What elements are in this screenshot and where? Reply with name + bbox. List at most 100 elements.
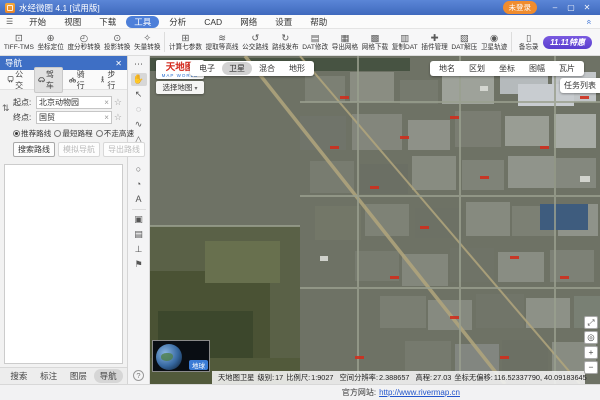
- ribbon-divider: [164, 32, 165, 52]
- title-bar: 水经微图 4.1 [试用版] 未登录 – ▢ ✕: [0, 0, 600, 15]
- tab-start[interactable]: 开始: [21, 16, 54, 28]
- contour-extract-button[interactable]: ≋提取等高线: [204, 33, 241, 52]
- contour-icon: ≋: [218, 33, 226, 44]
- locate-icon: ⊕: [47, 33, 55, 44]
- tab-layers[interactable]: 图层: [64, 369, 93, 383]
- clear-start-icon[interactable]: ×: [104, 98, 109, 107]
- dat-unzip-button[interactable]: ▧DAT解压: [450, 33, 480, 52]
- help-button[interactable]: ?: [133, 370, 144, 381]
- map-status-bar: 天地图卫星 级别:17 比例尺:1:9027 空间分辨率:2.388657 高程…: [212, 371, 585, 384]
- mode-bus[interactable]: 公交: [3, 67, 32, 93]
- bike-icon: [69, 75, 76, 84]
- layer-terrain[interactable]: 地形: [282, 62, 312, 75]
- measure-tool[interactable]: ⊥: [131, 243, 147, 256]
- arc-tool[interactable]: ◔: [131, 178, 147, 191]
- tiff-tms-button[interactable]: ⊡TIFF-TMS: [2, 33, 36, 52]
- dat-edit-button[interactable]: ▤DAT修改: [300, 33, 330, 52]
- mode-bike[interactable]: 骑行: [65, 67, 94, 93]
- tab-annotation[interactable]: 标注: [34, 369, 63, 383]
- export-grid-button[interactable]: ▦导出网格: [330, 33, 360, 52]
- bus-icon: [7, 75, 14, 84]
- overlay-coordinates[interactable]: 坐标: [492, 62, 522, 75]
- coordinate-locate-button[interactable]: ⊕坐标定位: [36, 33, 66, 52]
- map-zoom-controls: ⤢ ◎ + −: [584, 316, 598, 374]
- memo-icon: ▯: [526, 33, 531, 44]
- copy-dat-button[interactable]: ▥复制DAT: [390, 33, 420, 52]
- plugin-manage-button[interactable]: ✚插件管理: [420, 33, 450, 52]
- grid-tool[interactable]: ▤: [131, 228, 147, 241]
- zoom-out-button[interactable]: −: [584, 361, 598, 374]
- promo-badge[interactable]: 11.11特惠: [543, 36, 592, 49]
- more-tool[interactable]: ⋯: [131, 58, 147, 71]
- search-route-button[interactable]: 搜索路线: [13, 142, 55, 157]
- drawing-tool-strip: ⋯ ✋ ↖ ◌ ∿ △ ▭ ○ ◔ A ▣ ▤ ⊥ ⚑ ?: [128, 56, 150, 384]
- navigation-panel: 导航 ✕ 公交 驾车 骑行 步行 ⇅ 起点:: [0, 56, 128, 384]
- export-grid-icon: ▦: [340, 33, 349, 44]
- tab-download[interactable]: 下载: [91, 16, 124, 28]
- tab-network[interactable]: 网络: [232, 16, 265, 28]
- dms-icon: ◴: [80, 33, 88, 44]
- favorite-end-icon[interactable]: ☆: [114, 112, 122, 123]
- overlay-tiles[interactable]: 瓦片: [552, 62, 582, 75]
- login-badge[interactable]: 未登录: [503, 1, 538, 14]
- simulate-nav-button[interactable]: 模拟导航: [58, 142, 100, 157]
- website-link[interactable]: http://www.rivermap.cn: [379, 388, 460, 397]
- mode-drive[interactable]: 驾车: [34, 67, 63, 93]
- grid-download-button[interactable]: ▩网格下载: [360, 33, 390, 52]
- start-input[interactable]: 北京动物园 ×: [36, 96, 112, 109]
- hamburger-icon[interactable]: ☰: [6, 17, 13, 26]
- end-input[interactable]: 国贸 ×: [36, 111, 112, 124]
- favorite-start-icon[interactable]: ☆: [114, 97, 122, 108]
- tab-search[interactable]: 搜索: [4, 369, 33, 383]
- satellite-track-button[interactable]: ◉卫星轨迹: [479, 33, 509, 52]
- layer-vector[interactable]: 电子: [192, 62, 222, 75]
- flag-tool[interactable]: ⚑: [131, 258, 147, 271]
- map-source: 天地图卫星: [218, 373, 254, 383]
- clear-end-icon[interactable]: ×: [104, 113, 109, 122]
- cursor-coordinates: 116.52337790, 40.09183645: [494, 373, 587, 382]
- maximize-button[interactable]: ▢: [563, 3, 579, 12]
- circle-tool[interactable]: ○: [131, 163, 147, 176]
- seven-params-button[interactable]: ⊞计算七参数: [167, 33, 204, 52]
- pan-tool[interactable]: ✋: [131, 73, 147, 86]
- task-list-tab[interactable]: 任务列表: [560, 78, 600, 93]
- layer-satellite[interactable]: 卫星: [222, 62, 252, 75]
- tab-settings[interactable]: 设置: [267, 16, 300, 28]
- tab-cad[interactable]: CAD: [196, 16, 230, 28]
- overlay-districts[interactable]: 区划: [462, 62, 492, 75]
- bus-route-icon: ↺: [251, 33, 259, 44]
- layer-hybrid[interactable]: 混合: [252, 62, 282, 75]
- map-canvas[interactable]: 天地图 MAP WORLD 选择地图 ▾ 电子 卫星 混合 地形 地名 区划 坐…: [150, 56, 600, 384]
- option-recommended[interactable]: 推荐路线: [13, 128, 51, 139]
- tab-view[interactable]: 视图: [56, 16, 89, 28]
- vector-convert-button[interactable]: ✧矢量转换: [132, 33, 162, 52]
- route-publish-button[interactable]: ↻路线发布: [270, 33, 300, 52]
- export-route-button[interactable]: 导出路线: [103, 142, 145, 157]
- overlay-placenames[interactable]: 地名: [432, 62, 462, 75]
- tab-analysis[interactable]: 分析: [161, 16, 194, 28]
- projection-convert-button[interactable]: ⊙投影转换: [102, 33, 132, 52]
- text-tool[interactable]: A: [131, 193, 147, 206]
- image-tool[interactable]: ▣: [131, 213, 147, 226]
- minimize-button[interactable]: –: [547, 3, 563, 12]
- mode-walk[interactable]: 步行: [95, 67, 124, 93]
- swap-endpoints-icon[interactable]: ⇅: [2, 103, 10, 114]
- memo-button[interactable]: ▯备忘录: [514, 33, 543, 52]
- tab-tools[interactable]: 工具: [126, 16, 159, 28]
- fullscreen-icon[interactable]: ⤢: [584, 316, 598, 329]
- option-no-highway[interactable]: 不走高速: [96, 128, 134, 139]
- close-button[interactable]: ✕: [579, 3, 595, 12]
- tab-navigation[interactable]: 导航: [94, 369, 123, 383]
- select-tool[interactable]: ↖: [131, 88, 147, 101]
- zoom-in-button[interactable]: +: [584, 346, 598, 359]
- collapse-ribbon-icon[interactable]: «: [584, 19, 594, 24]
- option-shortest[interactable]: 最短路程: [54, 128, 92, 139]
- select-map-button[interactable]: 选择地图 ▾: [156, 81, 204, 94]
- globe-thumbnail[interactable]: 地球: [152, 340, 210, 372]
- globe-mode-icon[interactable]: ◎: [584, 331, 598, 344]
- lasso-tool[interactable]: ◌: [131, 103, 147, 116]
- tab-help[interactable]: 帮助: [302, 16, 335, 28]
- bus-route-button[interactable]: ↺公交路线: [240, 33, 270, 52]
- dms-convert-button[interactable]: ◴度分秒转换: [66, 33, 103, 52]
- overlay-mapsheets[interactable]: 图幅: [522, 62, 552, 75]
